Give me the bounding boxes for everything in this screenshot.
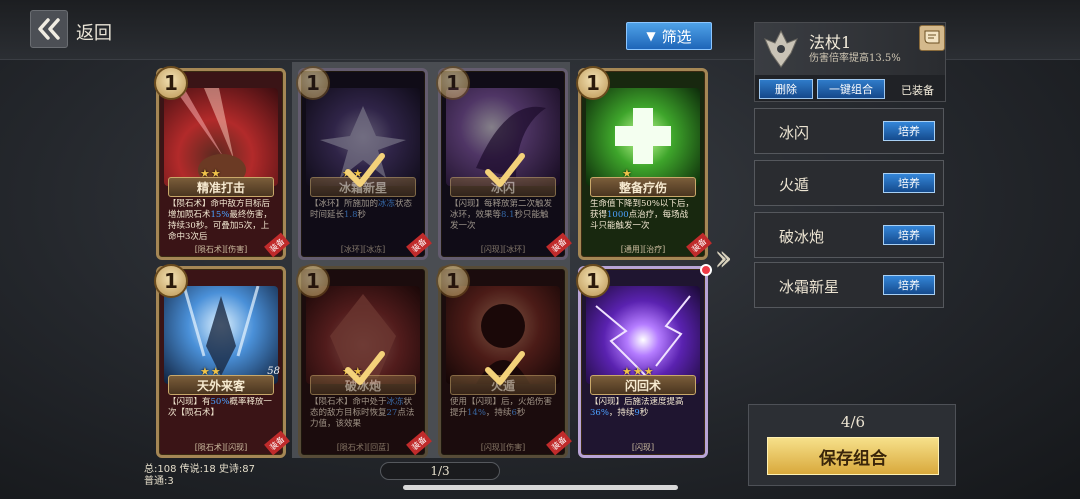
save-panel: 4/6 保存组合 bbox=[748, 404, 956, 486]
card-description: 使用【闪现】后，火焰伤害提升14%，持续6秒 bbox=[450, 397, 553, 418]
card-frost-nova[interactable]: 1 ★★ 冰霜新星 【冰环】所施加的冰冻状态时间延长1.8秒 [冰环][冰冻] … bbox=[296, 66, 432, 260]
card-cost: 1 bbox=[154, 66, 188, 100]
back-label[interactable]: 返回 bbox=[76, 19, 112, 45]
card-tags: [冰环][冰冻] bbox=[340, 245, 386, 254]
staff-panel: 法杖1 伤害倍率提高13.5% 删除 一键组合 已装备 bbox=[754, 22, 946, 102]
card-name: 闪回术 bbox=[590, 375, 696, 395]
card-flashback[interactable]: 1 ★★★ 闪回术 【闪现】后施法速度提高36%，持续9秒 [闪现] bbox=[576, 264, 712, 458]
card-description: 【闪现】后施法速度提高36%，持续9秒 bbox=[590, 397, 684, 418]
collection-stats: 总:108 传说:18 史诗:87 普通:3 bbox=[144, 464, 255, 488]
combo-slot[interactable]: 火遁 培养 bbox=[754, 160, 944, 206]
card-name: 整备疗伤 bbox=[590, 177, 696, 197]
staff-emblem-icon bbox=[764, 29, 798, 68]
card-cost: 1 bbox=[296, 264, 330, 298]
checkmark-icon bbox=[345, 153, 385, 187]
train-button[interactable]: 培养 bbox=[883, 225, 935, 245]
stats-line: 普通:3 bbox=[144, 476, 174, 487]
checkmark-icon bbox=[345, 351, 385, 385]
new-badge bbox=[700, 264, 712, 276]
combo-card-name: 冰闪 bbox=[779, 124, 810, 142]
triangle-down-icon: ▼ bbox=[646, 29, 656, 43]
combo-slot[interactable]: 冰闪 培养 bbox=[754, 108, 944, 154]
card-name: 精准打击 bbox=[168, 177, 274, 197]
card-ice-cannon[interactable]: 1 ★★ 破冰炮 【陨石术】命中处于冰冻状态的敌方目标时恢复27点法力值，该效果… bbox=[296, 264, 432, 458]
checkmark-icon bbox=[485, 153, 525, 187]
card-tags: [闪现][伤害] bbox=[480, 443, 526, 452]
card-rally-heal[interactable]: 1 ★ 整备疗伤 生命值下降到50%以下后，获得1000点治疗，每场战斗只能触发… bbox=[576, 66, 712, 260]
filter-button[interactable]: ▼ 筛选 bbox=[626, 22, 712, 50]
equipped-label: 已装备 bbox=[901, 84, 934, 97]
card-description: 【冰环】所施加的冰冻状态时间延长1.8秒 bbox=[310, 199, 413, 220]
card-tags: [通用][治疗] bbox=[620, 245, 666, 254]
card-tags: [陨石术][伤害] bbox=[194, 245, 248, 254]
card-cost: 1 bbox=[296, 66, 330, 100]
card-description: 【闪现】每释放第二次触发冰环，效果等8.1秒只能触发一次 bbox=[450, 199, 553, 231]
train-button[interactable]: 培养 bbox=[883, 173, 935, 193]
card-tags: [陨石术][回蓝] bbox=[336, 443, 390, 452]
card-description: 【陨石术】命中敌方目标后增加陨石术15%最终伤害，持续30秒。可叠加5次，上命中… bbox=[168, 199, 272, 241]
staff-header: 法杖1 伤害倍率提高13.5% bbox=[755, 23, 945, 75]
card-cost: 1 bbox=[576, 66, 610, 100]
card-name: 天外来客 bbox=[168, 375, 274, 395]
back-button[interactable] bbox=[30, 10, 68, 48]
card-description: 【陨石术】命中处于冰冻状态的敌方目标时恢复27点法力值，该效果 bbox=[310, 397, 415, 429]
card-tags: [闪现][冰环] bbox=[480, 245, 526, 254]
card-description: 生命值下降到50%以下后，获得1000点治疗，每场战斗只能触发一次 bbox=[590, 199, 694, 231]
auto-combine-button[interactable]: 一键组合 bbox=[817, 79, 885, 99]
scroll-icon[interactable] bbox=[919, 25, 945, 51]
delete-button[interactable]: 删除 bbox=[759, 79, 813, 99]
card-description: 【闪现】有50%概率释放一次【陨石术】 bbox=[168, 397, 272, 418]
combo-slot[interactable]: 冰霜新星 培养 bbox=[754, 262, 944, 308]
card-cost: 1 bbox=[154, 264, 188, 298]
card-cost: 1 bbox=[436, 66, 470, 100]
card-fire-escape[interactable]: 1 火遁 使用【闪现】后，火焰伤害提升14%，持续6秒 [闪现][伤害] 装备 bbox=[436, 264, 572, 458]
combo-card-name: 破冰炮 bbox=[779, 228, 825, 246]
filter-label: 筛选 bbox=[661, 27, 692, 46]
card-precision-strike[interactable]: 1 ★★ 精准打击 【陨石术】命中敌方目标后增加陨石术15%最终伤害，持续30秒… bbox=[154, 66, 290, 260]
staff-bonus: 伤害倍率提高13.5% bbox=[809, 53, 901, 64]
card-tags: [陨石术][闪现] bbox=[194, 443, 248, 452]
card-ice-blink[interactable]: 1 冰闪 【闪现】每释放第二次触发冰环，效果等8.1秒只能触发一次 [闪现][冰… bbox=[436, 66, 572, 260]
double-chevron-right-icon[interactable]: ›› bbox=[714, 238, 733, 279]
train-button[interactable]: 培养 bbox=[883, 275, 935, 295]
double-chevron-left-icon bbox=[38, 18, 60, 40]
combo-card-name: 火遁 bbox=[779, 176, 810, 194]
slot-count: 4/6 bbox=[840, 413, 866, 431]
home-indicator[interactable] bbox=[403, 485, 678, 490]
combo-slot[interactable]: 破冰炮 培养 bbox=[754, 212, 944, 258]
page-indicator[interactable]: 1/3 bbox=[380, 462, 500, 480]
combo-card-name: 冰霜新星 bbox=[779, 278, 840, 296]
card-outsider[interactable]: 1 ★★ 58 天外来客 【闪现】有50%概率释放一次【陨石术】 [陨石术][闪… bbox=[154, 264, 290, 458]
stats-line: 总:108 传说:18 史诗:87 bbox=[144, 464, 256, 475]
checkmark-icon bbox=[485, 351, 525, 385]
card-tags: [闪现] bbox=[631, 443, 655, 452]
card-art bbox=[586, 88, 700, 186]
train-button[interactable]: 培养 bbox=[883, 121, 935, 141]
card-cost: 1 bbox=[436, 264, 470, 298]
save-combo-button[interactable]: 保存组合 bbox=[767, 437, 939, 475]
card-cost: 1 bbox=[576, 264, 610, 298]
